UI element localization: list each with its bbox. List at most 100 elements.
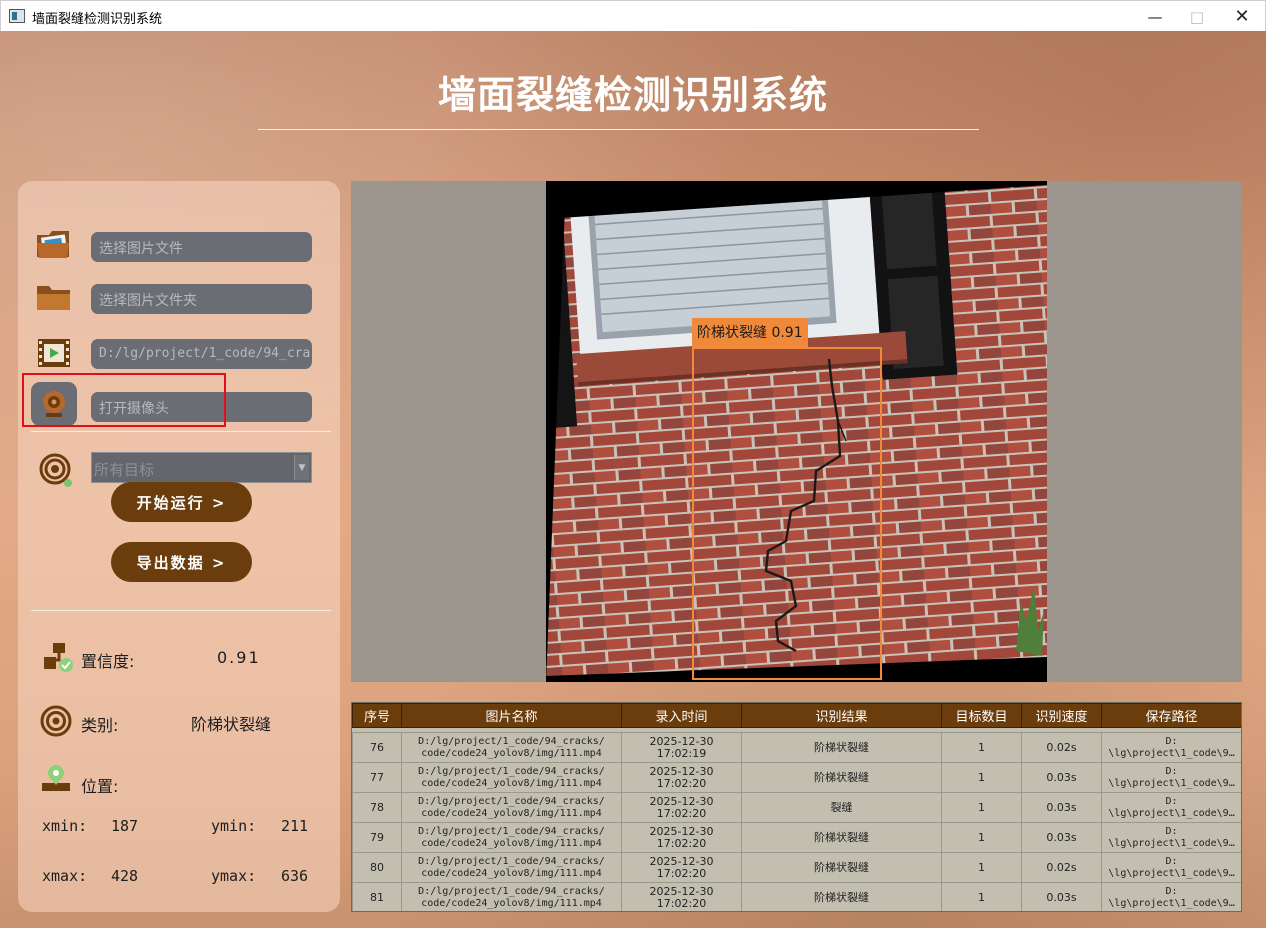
column-header[interactable]: 录入时间 [621,703,742,728]
close-button[interactable]: ✕ [1219,1,1265,32]
column-header[interactable]: 识别速度 [1021,703,1102,728]
row-image-name: D:/lg/project/1_code/94_cracks/code/code… [401,822,622,853]
target-select[interactable]: 所有目标 ▼ [91,452,312,483]
row-count: 1 [941,762,1022,793]
ymax-value: 636 [281,867,309,885]
row-time: 2025-12-30 17:02:20 [621,762,742,793]
position-label: 位置: [81,777,119,796]
row-speed: 0.03s [1021,792,1102,823]
row-result: 阶梯状裂缝 [741,882,942,911]
confidence-value: 0.91 [217,648,261,667]
results-table[interactable]: 序号 图片名称 录入时间 识别结果 目标数目 识别速度 保存路径 76 D:/l… [351,702,1242,912]
chevron-down-icon[interactable]: ▼ [294,455,309,480]
ymax-label: ymax: [211,867,257,885]
row-id: 79 [352,822,402,853]
row-time: 2025-12-30 17:02:20 [621,882,742,911]
row-time: 2025-12-30 17:02:20 [621,792,742,823]
row-id: 80 [352,852,402,883]
row-image-name: D:/lg/project/1_code/94_cracks/code/code… [401,882,622,911]
row-result: 裂缝 [741,792,942,823]
maximize-button[interactable]: □ [1174,1,1220,32]
start-button[interactable]: 开始运行 > [111,482,252,522]
row-id: 77 [352,762,402,793]
table-row[interactable]: 78 D:/lg/project/1_code/94_cracks/code/c… [352,792,1241,823]
row-save-path: D: \lg\project\1_code\9… [1101,762,1241,793]
row-count: 1 [941,882,1022,911]
image-file-icon[interactable] [33,224,75,264]
row-result: 阶梯状裂缝 [741,732,942,763]
target-select-value: 所有目标 [94,461,155,479]
folder-icon[interactable] [33,277,75,317]
row-count: 1 [941,792,1022,823]
row-image-name: D:/lg/project/1_code/94_cracks/code/code… [401,732,622,763]
row-image-name: D:/lg/project/1_code/94_cracks/code/code… [401,762,622,793]
row-speed: 0.02s [1021,852,1102,883]
row-count: 1 [941,852,1022,883]
row-time: 2025-12-30 17:02:19 [621,732,742,763]
class-label: 类别: [81,716,119,735]
row-speed: 0.03s [1021,762,1102,793]
table-row[interactable]: 81 D:/lg/project/1_code/94_cracks/code/c… [352,882,1241,911]
ymin-label: ymin: [211,817,257,835]
row-save-path: D: \lg\project\1_code\9… [1101,732,1241,763]
row-time: 2025-12-30 17:02:20 [621,822,742,853]
video-icon[interactable] [33,333,75,373]
table-row[interactable]: 77 D:/lg/project/1_code/94_cracks/code/c… [352,762,1241,793]
title-divider [258,129,979,130]
row-id: 78 [352,792,402,823]
table-header-row: 序号 图片名称 录入时间 识别结果 目标数目 识别速度 保存路径 [352,703,1241,728]
app-body: 墙面裂缝检测识别系统 选择图片文件 选择图片文件夹 D:/lg/project/… [0,31,1266,928]
row-result: 阶梯状裂缝 [741,822,942,853]
minimize-button[interactable]: — [1132,1,1178,32]
row-save-path: D: \lg\project\1_code\9… [1101,822,1241,853]
row-speed: 0.03s [1021,822,1102,853]
panel-divider [31,431,331,432]
row-id: 76 [352,732,402,763]
detection-image: 阶梯状裂缝 0.91 [546,181,1047,682]
video-file-input[interactable]: D:/lg/project/1_code/94_cra [91,339,312,369]
ymin-value: 211 [281,817,309,835]
column-header[interactable]: 图片名称 [401,703,622,728]
image-folder-input[interactable]: 选择图片文件夹 [91,284,312,314]
column-header[interactable]: 保存路径 [1101,703,1241,728]
xmax-label: xmax: [42,867,88,885]
image-display: 阶梯状裂缝 0.91 [351,181,1242,682]
xmax-value: 428 [111,867,139,885]
panel-divider [31,610,331,611]
row-id: 81 [352,882,402,911]
row-save-path: D: \lg\project\1_code\9… [1101,792,1241,823]
image-file-input[interactable]: 选择图片文件 [91,232,312,262]
column-header[interactable]: 识别结果 [741,703,942,728]
xmin-label: xmin: [42,817,88,835]
row-speed: 0.02s [1021,732,1102,763]
row-count: 1 [941,822,1022,853]
row-image-name: D:/lg/project/1_code/94_cracks/code/code… [401,852,622,883]
page-title: 墙面裂缝检测识别系统 [437,73,828,117]
class-value: 阶梯状裂缝 [191,715,272,734]
row-save-path: D: \lg\project\1_code\9… [1101,852,1241,883]
detection-label: 阶梯状裂缝 0.91 [692,318,808,347]
column-header[interactable]: 序号 [352,703,402,728]
detection-box [692,347,882,680]
table-row[interactable]: 79 D:/lg/project/1_code/94_cracks/code/c… [352,822,1241,853]
confidence-icon [37,637,79,677]
row-time: 2025-12-30 17:02:20 [621,852,742,883]
export-button[interactable]: 导出数据 > [111,542,252,582]
app-icon [9,9,25,23]
confidence-label: 置信度: [81,652,135,671]
row-result: 阶梯状裂缝 [741,762,942,793]
table-row[interactable]: 76 D:/lg/project/1_code/94_cracks/code/c… [352,732,1241,763]
class-icon [35,701,77,741]
table-row[interactable]: 80 D:/lg/project/1_code/94_cracks/code/c… [352,852,1241,883]
xmin-value: 187 [111,817,139,835]
row-result: 阶梯状裂缝 [741,852,942,883]
window-titlebar: 墙面裂缝检测识别系统 — □ ✕ [0,0,1266,31]
window-title: 墙面裂缝检测识别系统 [32,12,163,27]
row-image-name: D:/lg/project/1_code/94_cracks/code/code… [401,792,622,823]
row-count: 1 [941,732,1022,763]
highlight-box [22,373,226,427]
location-icon [35,758,77,798]
column-header[interactable]: 目标数目 [941,703,1022,728]
row-save-path: D: \lg\project\1_code\9… [1101,882,1241,911]
row-speed: 0.03s [1021,882,1102,911]
